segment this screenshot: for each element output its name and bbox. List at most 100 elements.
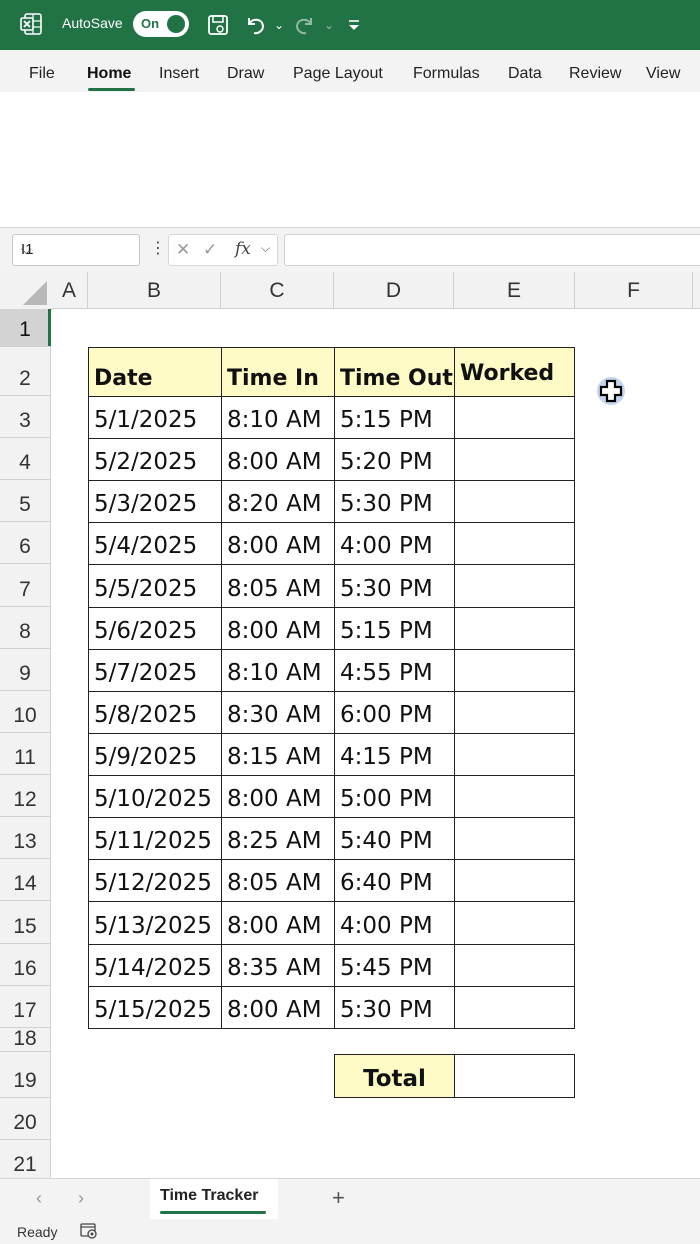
chevron-down-icon[interactable]: ⌵ bbox=[21, 241, 133, 258]
cell-time-in[interactable]: 8:10 AM bbox=[221, 649, 335, 692]
redo-dropdown-chevron-icon[interactable]: ⌄ bbox=[316, 12, 342, 38]
name-box[interactable]: I1 ⌵ bbox=[12, 234, 140, 266]
cancel-icon[interactable]: ✕ bbox=[176, 240, 190, 260]
cell-date[interactable]: 5/8/2025 bbox=[88, 691, 222, 734]
row-header-13[interactable]: 13 bbox=[0, 817, 51, 859]
cell-date[interactable]: 5/7/2025 bbox=[88, 649, 222, 692]
row-header-8[interactable]: 8 bbox=[0, 607, 51, 649]
total-label-cell[interactable]: Total bbox=[334, 1054, 455, 1098]
cell-worked[interactable] bbox=[454, 733, 575, 776]
header-cell-time-out[interactable]: Time Out bbox=[334, 347, 455, 397]
cell-time-in[interactable]: 8:00 AM bbox=[221, 607, 335, 650]
select-all-corner[interactable] bbox=[0, 272, 52, 310]
tab-home[interactable]: Home bbox=[87, 65, 131, 83]
cell-date[interactable]: 5/4/2025 bbox=[88, 522, 222, 565]
tab-review[interactable]: Review bbox=[569, 65, 621, 83]
tab-insert[interactable]: Insert bbox=[159, 65, 199, 83]
cell-worked[interactable] bbox=[454, 564, 575, 608]
row-header-5[interactable]: 5 bbox=[0, 480, 51, 522]
cell-worked[interactable] bbox=[454, 944, 575, 987]
row-header-19[interactable]: 19 bbox=[0, 1052, 51, 1098]
cell-time-out[interactable]: 5:20 PM bbox=[334, 438, 455, 481]
previous-sheet-icon[interactable]: ‹ bbox=[36, 1188, 42, 1209]
row-header-16[interactable]: 16 bbox=[0, 944, 51, 986]
more-options-icon[interactable]: ⋮ bbox=[150, 238, 166, 258]
cell-worked[interactable] bbox=[454, 438, 575, 481]
tab-page-layout[interactable]: Page Layout bbox=[293, 65, 383, 83]
tab-view[interactable]: View bbox=[646, 65, 680, 83]
cell-time-in[interactable]: 8:00 AM bbox=[221, 522, 335, 565]
cell-time-out[interactable]: 4:00 PM bbox=[334, 901, 455, 945]
cell-date[interactable]: 5/12/2025 bbox=[88, 859, 222, 902]
cell-time-out[interactable]: 6:40 PM bbox=[334, 859, 455, 902]
worksheet-grid[interactable]: A B C D E F 1 2 3 4 5 6 7 8 9 10 11 12 1… bbox=[0, 272, 700, 1178]
cell-worked[interactable] bbox=[454, 396, 575, 439]
cell-time-in[interactable]: 8:10 AM bbox=[221, 396, 335, 439]
cell-date[interactable]: 5/10/2025 bbox=[88, 775, 222, 818]
row-header-7[interactable]: 7 bbox=[0, 564, 51, 607]
row-header-21[interactable]: 21 bbox=[0, 1140, 51, 1178]
cell-worked[interactable] bbox=[454, 607, 575, 650]
cell-worked[interactable] bbox=[454, 986, 575, 1029]
cell-time-out[interactable]: 5:30 PM bbox=[334, 986, 455, 1029]
cell-worked[interactable] bbox=[454, 817, 575, 860]
formula-input[interactable] bbox=[284, 234, 700, 266]
cell-worked[interactable] bbox=[454, 901, 575, 945]
cell-date[interactable]: 5/5/2025 bbox=[88, 564, 222, 608]
tab-data[interactable]: Data bbox=[508, 65, 542, 83]
cell-time-in[interactable]: 8:35 AM bbox=[221, 944, 335, 987]
cell-time-out[interactable]: 5:45 PM bbox=[334, 944, 455, 987]
row-header-6[interactable]: 6 bbox=[0, 522, 51, 564]
tab-formulas[interactable]: Formulas bbox=[413, 65, 480, 83]
sheet-tab-time-tracker[interactable]: Time Tracker bbox=[150, 1179, 278, 1219]
row-header-18[interactable]: 18 bbox=[0, 1027, 51, 1052]
row-header-14[interactable]: 14 bbox=[0, 859, 51, 901]
cell-time-in[interactable]: 8:05 AM bbox=[221, 859, 335, 902]
cell-worked[interactable] bbox=[454, 480, 575, 523]
tab-draw[interactable]: Draw bbox=[227, 65, 264, 83]
row-header-1[interactable]: 1 bbox=[0, 309, 51, 347]
cell-worked[interactable] bbox=[454, 859, 575, 902]
column-header-c[interactable]: C bbox=[221, 272, 334, 309]
customize-toolbar-icon[interactable] bbox=[341, 12, 367, 38]
cell-date[interactable]: 5/14/2025 bbox=[88, 944, 222, 987]
column-header-b[interactable]: B bbox=[88, 272, 221, 309]
column-header-f[interactable]: F bbox=[575, 272, 693, 309]
cell-time-in[interactable]: 8:30 AM bbox=[221, 691, 335, 734]
cell-time-out[interactable]: 5:00 PM bbox=[334, 775, 455, 818]
cell-time-in[interactable]: 8:00 AM bbox=[221, 775, 335, 818]
row-header-15[interactable]: 15 bbox=[0, 901, 51, 944]
cell-time-in[interactable]: 8:15 AM bbox=[221, 733, 335, 776]
column-header-d[interactable]: D bbox=[334, 272, 454, 309]
cell-time-out[interactable]: 5:40 PM bbox=[334, 817, 455, 860]
next-sheet-icon[interactable]: › bbox=[78, 1188, 84, 1209]
cell-date[interactable]: 5/6/2025 bbox=[88, 607, 222, 650]
cell-time-in[interactable]: 8:05 AM bbox=[221, 564, 335, 608]
undo-icon[interactable] bbox=[242, 12, 268, 38]
add-sheet-icon[interactable]: + bbox=[332, 1185, 345, 1211]
cell-time-out[interactable]: 5:15 PM bbox=[334, 396, 455, 439]
cell-date[interactable]: 5/13/2025 bbox=[88, 901, 222, 945]
autosave-toggle[interactable]: On bbox=[133, 11, 189, 37]
cell-worked[interactable] bbox=[454, 691, 575, 734]
cell-time-out[interactable]: 6:00 PM bbox=[334, 691, 455, 734]
cell-time-out[interactable]: 5:30 PM bbox=[334, 480, 455, 523]
insert-function-icon[interactable]: fx bbox=[235, 239, 251, 259]
cell-time-out[interactable]: 4:55 PM bbox=[334, 649, 455, 692]
cell-time-in[interactable]: 8:00 AM bbox=[221, 986, 335, 1029]
row-header-10[interactable]: 10 bbox=[0, 691, 51, 733]
cell-date[interactable]: 5/1/2025 bbox=[88, 396, 222, 439]
cell-time-in[interactable]: 8:25 AM bbox=[221, 817, 335, 860]
total-value-cell[interactable] bbox=[454, 1054, 575, 1098]
row-header-2[interactable]: 2 bbox=[0, 347, 51, 396]
column-header-g[interactable] bbox=[693, 272, 700, 309]
row-header-4[interactable]: 4 bbox=[0, 438, 51, 480]
row-header-11[interactable]: 11 bbox=[0, 733, 51, 775]
row-header-12[interactable]: 12 bbox=[0, 775, 51, 817]
cell-time-out[interactable]: 5:15 PM bbox=[334, 607, 455, 650]
row-header-20[interactable]: 20 bbox=[0, 1098, 51, 1140]
cell-date[interactable]: 5/9/2025 bbox=[88, 733, 222, 776]
header-cell-worked[interactable]: Worked bbox=[454, 347, 575, 397]
enter-check-icon[interactable]: ✓ bbox=[203, 240, 217, 260]
cell-worked[interactable] bbox=[454, 649, 575, 692]
